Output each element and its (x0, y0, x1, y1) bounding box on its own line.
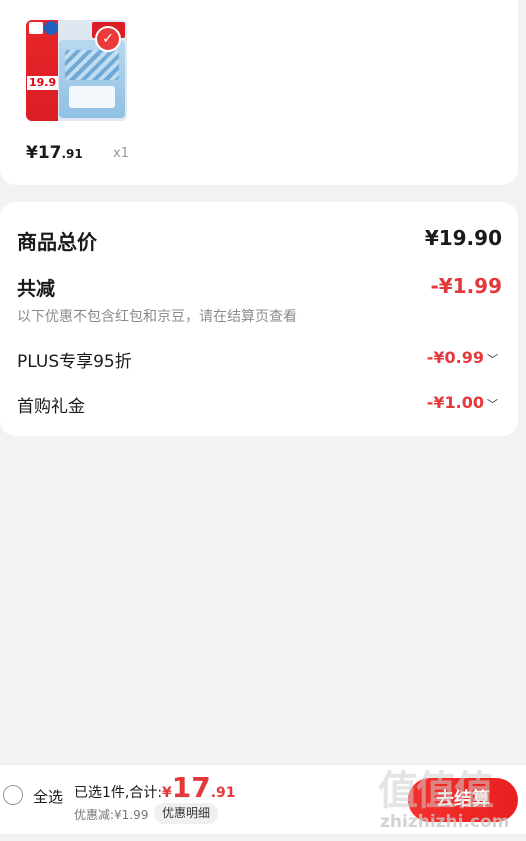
plus-discount-label: PLUS专享95折 (17, 352, 132, 372)
first-purchase-label: 首购礼金 (17, 397, 85, 417)
first-purchase-amount: -¥1.00 (426, 393, 484, 412)
item-quantity: x1 (113, 146, 129, 161)
discount-detail-button[interactable]: 优惠明细 (154, 803, 219, 824)
total-amount: ¥17.91 (162, 771, 236, 804)
product-package-image (59, 40, 125, 118)
plus-discount-value[interactable]: -¥0.99 ﹀ (427, 348, 498, 367)
total-currency: ¥ (162, 785, 172, 801)
item-price: ¥17.91 (26, 143, 83, 163)
total-price-label: 商品总价 (17, 230, 97, 254)
total-reduce-value: -¥1.99 (430, 274, 502, 298)
brand-icon (44, 21, 58, 35)
chevron-down-icon[interactable]: ﹀ (487, 398, 498, 411)
price-summary-card: 商品总价 ¥19.90 共减 -¥1.99 以下优惠不包含红包和京豆，请在结算页… (0, 202, 518, 436)
plus-discount-amount: -¥0.99 (426, 348, 484, 367)
discount-summary: 优惠减:¥1.99 (74, 808, 149, 822)
select-all-label[interactable]: 全选 (33, 786, 63, 807)
thumbnail-promo-strip (26, 20, 58, 121)
check-icon: ✓ (95, 26, 121, 52)
select-all-radio[interactable] (3, 785, 23, 805)
item-price-int: ¥17 (26, 143, 62, 163)
discount-note: 以下优惠不包含红包和京豆，请在结算页查看 (17, 309, 297, 325)
thumbnail-logo (29, 22, 43, 34)
first-purchase-value[interactable]: -¥1.00 ﹀ (427, 393, 498, 412)
checkout-button[interactable]: 去结算 (408, 778, 518, 822)
chevron-down-icon[interactable]: ﹀ (487, 353, 498, 366)
total-amount-int: 17 (171, 771, 211, 804)
total-reduce-label: 共减 (17, 278, 56, 300)
checkout-bar: 全选 已选1件,合计: ¥17.91 优惠减:¥1.99 优惠明细 去结算 (0, 764, 526, 834)
total-price-value: ¥19.90 (424, 226, 502, 250)
selected-summary: 已选1件,合计: (74, 785, 163, 801)
item-price-dec: .91 (61, 147, 83, 161)
thumbnail-price: 19.9 (27, 76, 59, 90)
cart-item-card: 19.9 ✓ ¥17.91 x1 (0, 0, 518, 185)
total-amount-dec: .91 (210, 785, 236, 801)
